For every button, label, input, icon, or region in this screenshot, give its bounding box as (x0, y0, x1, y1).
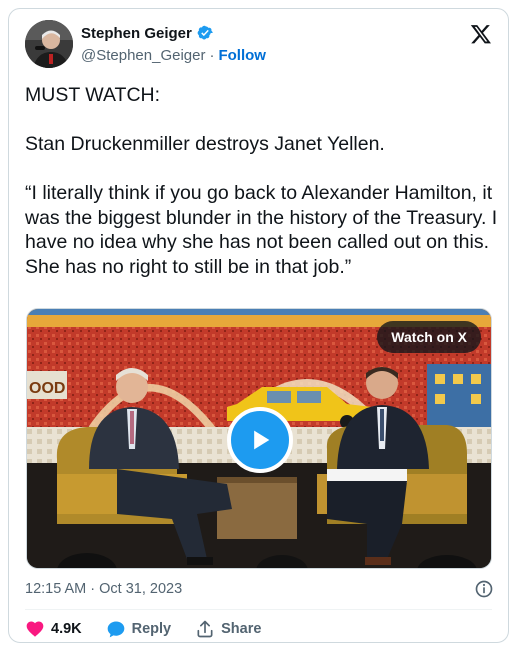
x-logo-icon[interactable] (470, 23, 492, 45)
heart-icon (26, 621, 44, 637)
share-icon (197, 620, 213, 638)
verified-badge-icon (196, 24, 214, 42)
tweet-paragraph: Stan Druckenmiller destroys Janet Yellen… (25, 133, 385, 155)
author-display-name[interactable]: Stephen Geiger (81, 25, 192, 42)
timestamp[interactable]: 12:15 AM · Oct 31, 2023 (25, 581, 182, 597)
play-icon (254, 430, 270, 450)
author-handle[interactable]: @Stephen_Geiger (81, 47, 205, 64)
tweet-paragraph: MUST WATCH: (25, 84, 161, 106)
tweet-text: MUST WATCH: Stan Druckenmiller destroys … (25, 83, 500, 279)
watch-on-x-button[interactable]: Watch on X (377, 321, 481, 353)
like-button[interactable]: 4.9K (25, 619, 82, 639)
reply-button[interactable]: Reply (106, 619, 172, 639)
tweet-card: Stephen Geiger @Stephen_Geiger · Follow … (8, 8, 509, 643)
play-button[interactable] (227, 407, 293, 473)
reply-label: Reply (131, 621, 172, 637)
reply-icon (107, 621, 124, 638)
info-icon[interactable] (474, 579, 494, 599)
tweet-actions: 4.9K Reply Share (25, 619, 285, 639)
likes-count: 4.9K (51, 621, 82, 637)
tweet-paragraph: “I literally think if you go back to Ale… (25, 182, 498, 278)
author-handle-row: @Stephen_Geiger · Follow (81, 47, 266, 64)
background-sign-text: OOD (29, 380, 65, 397)
avatar[interactable] (25, 20, 73, 68)
author-name-row: Stephen Geiger (81, 24, 214, 42)
video-player[interactable]: OOD Watch on X (26, 308, 492, 569)
share-button[interactable]: Share (195, 619, 261, 639)
divider (25, 609, 492, 610)
separator-dot: · (209, 47, 215, 64)
follow-button[interactable]: Follow (218, 47, 266, 64)
share-label: Share (221, 621, 262, 637)
tweet-meta-row: 12:15 AM · Oct 31, 2023 (25, 579, 494, 599)
